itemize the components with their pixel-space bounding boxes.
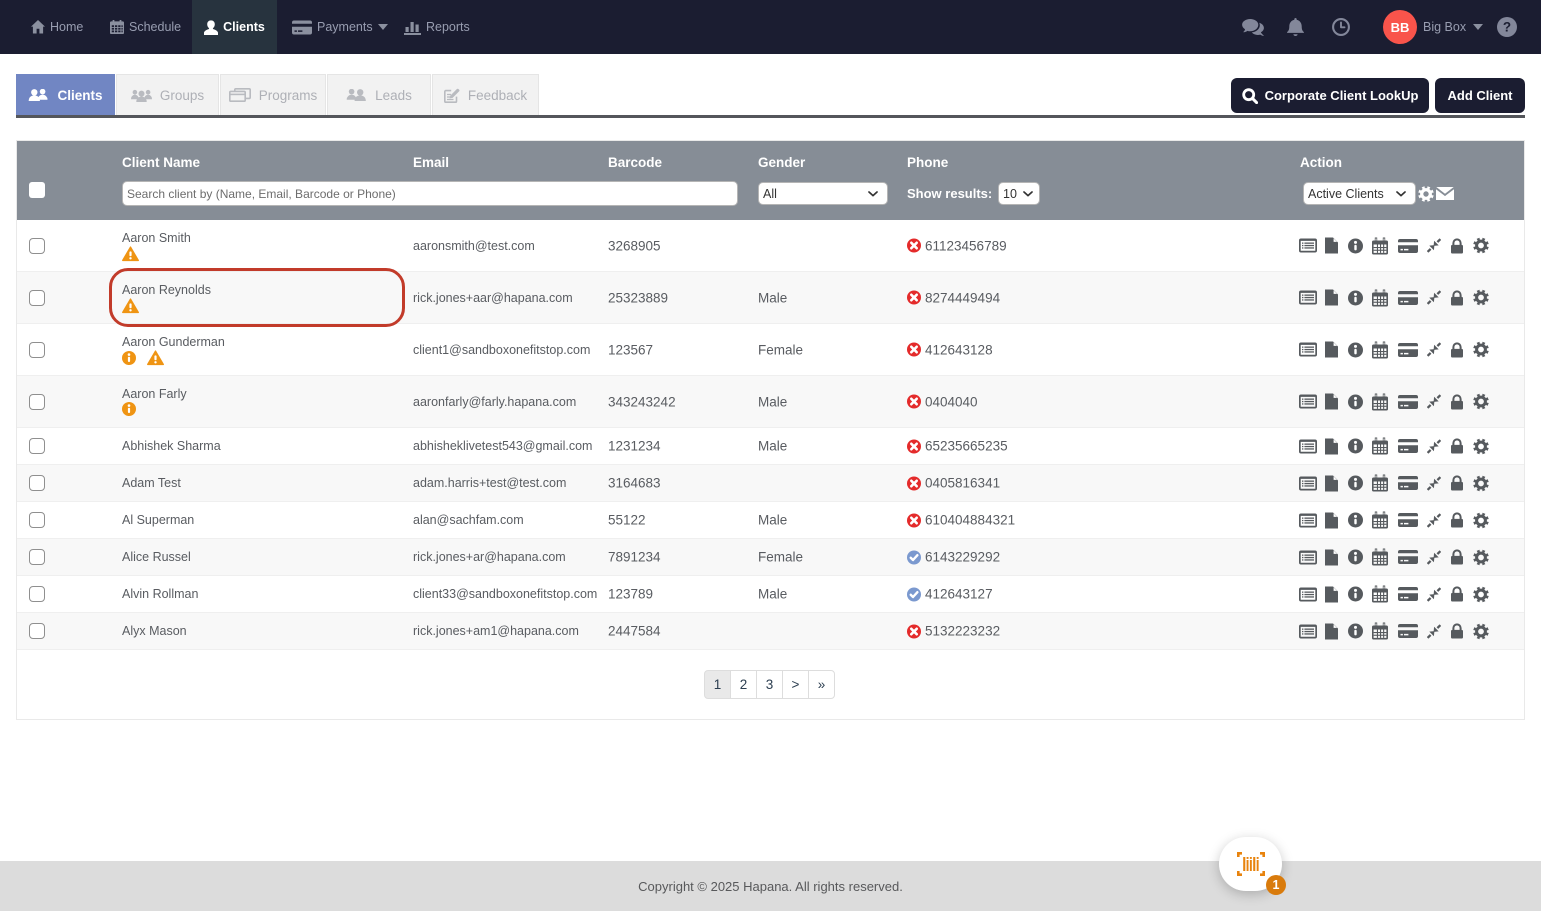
svg-text:?: ? [1503,20,1511,35]
